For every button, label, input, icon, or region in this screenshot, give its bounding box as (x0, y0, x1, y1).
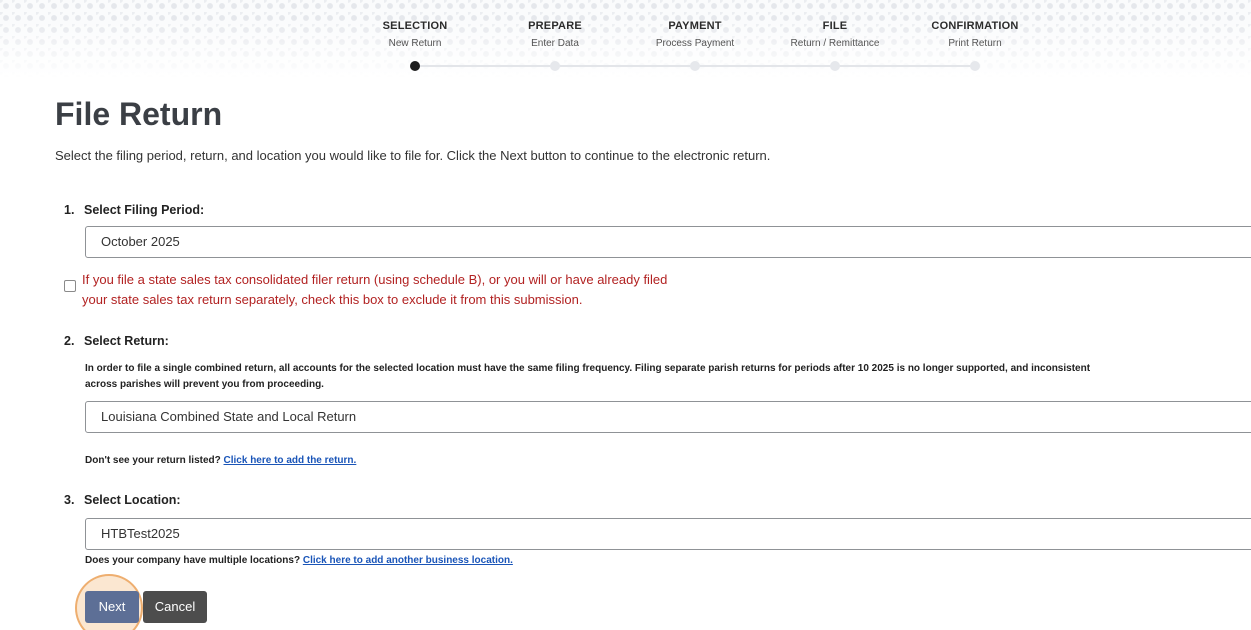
add-location-link[interactable]: Click here to add another business locat… (303, 555, 513, 566)
location-label: 3. Select Location: (64, 493, 181, 507)
step-title: CONFIRMATION (931, 20, 1019, 32)
step-title: PREPARE (528, 20, 582, 32)
step-title: PAYMENT (668, 20, 722, 32)
step-payment: PAYMENT Process Payment (625, 20, 765, 71)
exclude-state-return-checkbox[interactable] (64, 280, 76, 292)
step-dot (970, 61, 980, 71)
section-number: 2. (64, 334, 75, 348)
step-prepare: PREPARE Enter Data (485, 20, 625, 71)
section-label-text: Select Return: (84, 334, 169, 348)
return-select[interactable]: Louisiana Combined State and Local Retur… (85, 401, 1251, 433)
note-line: In order to file a single combined retur… (85, 363, 1091, 374)
warning-line: If you file a state sales tax consolidat… (82, 272, 668, 287)
exclude-state-return-label: If you file a state sales tax consolidat… (82, 270, 667, 310)
step-subtitle: Process Payment (655, 38, 735, 49)
step-subtitle: New Return (388, 38, 442, 49)
cancel-button[interactable]: Cancel (143, 591, 207, 623)
step-confirmation: CONFIRMATION Print Return (905, 20, 1045, 71)
step-selection: SELECTION New Return (345, 20, 485, 71)
missing-return-prompt: Don't see your return listed? (85, 455, 221, 466)
step-dot (830, 61, 840, 71)
page-intro: Select the filing period, return, and lo… (55, 148, 771, 163)
section-label-text: Select Filing Period: (84, 203, 205, 217)
location-select[interactable]: HTBTest2025 (85, 518, 1251, 550)
return-label: 2. Select Return: (64, 334, 169, 348)
add-return-link[interactable]: Click here to add the return. (224, 455, 357, 466)
step-subtitle: Print Return (948, 38, 1002, 49)
missing-return-note: Don't see your return listed? Click here… (85, 453, 356, 469)
section-number: 1. (64, 203, 75, 217)
step-subtitle: Enter Data (531, 38, 579, 49)
page-title: File Return (55, 96, 223, 132)
step-dot-active (410, 61, 420, 71)
step-title: SELECTION (382, 20, 448, 32)
step-title: FILE (822, 20, 848, 32)
file-return-page: SELECTION New Return PREPARE Enter Data … (0, 0, 1251, 630)
section-number: 3. (64, 493, 75, 507)
multiple-locations-note: Does your company have multiple location… (85, 553, 513, 569)
note-line: across parishes will prevent you from pr… (85, 379, 324, 390)
multiple-locations-prompt: Does your company have multiple location… (85, 555, 301, 566)
step-dot (550, 61, 560, 71)
warning-line: your state sales tax return separately, … (82, 292, 583, 307)
step-file: FILE Return / Remittance (765, 20, 905, 71)
section-label-text: Select Location: (84, 493, 181, 507)
filing-period-select[interactable]: October 2025 (85, 226, 1251, 258)
step-dot (690, 61, 700, 71)
progress-stepper: SELECTION New Return PREPARE Enter Data … (345, 20, 1055, 80)
step-subtitle: Return / Remittance (790, 38, 880, 49)
filing-period-label: 1. Select Filing Period: (64, 203, 204, 217)
next-button[interactable]: Next (85, 591, 139, 623)
return-frequency-note: In order to file a single combined retur… (85, 361, 1090, 393)
